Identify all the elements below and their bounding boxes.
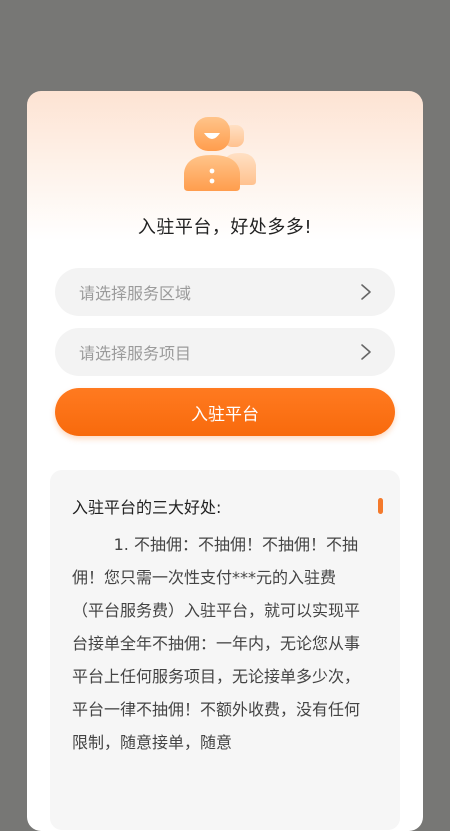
dialog-title: 入驻平台，好处多多!: [137, 217, 313, 238]
scrollbar-thumb[interactable]: [378, 498, 383, 514]
service-item-select[interactable]: 请选择服务项目: [55, 328, 395, 376]
benefits-heading: 入驻平台的三大好处:: [72, 498, 222, 517]
worker-avatar-icon: [184, 117, 256, 191]
chevron-right-icon: [361, 344, 371, 360]
service-area-select[interactable]: 请选择服务区域: [55, 268, 395, 316]
service-area-placeholder: 请选择服务区域: [79, 284, 192, 303]
join-platform-dialog: 入驻平台，好处多多! 请选择服务区域 请选择服务项目 入驻平台 入驻平台的三大好…: [27, 91, 423, 831]
benefits-panel[interactable]: 入驻平台的三大好处: 1. 不抽佣：不抽佣！不抽佣！不抽佣！您只需一次性支付**…: [50, 470, 400, 830]
service-item-placeholder: 请选择服务项目: [79, 344, 192, 363]
benefits-text: 1. 不抽佣：不抽佣！不抽佣！不抽佣！您只需一次性支付***元的入驻费（平台服务…: [72, 535, 361, 752]
join-platform-button[interactable]: 入驻平台: [55, 388, 395, 436]
chevron-right-icon: [361, 284, 371, 300]
